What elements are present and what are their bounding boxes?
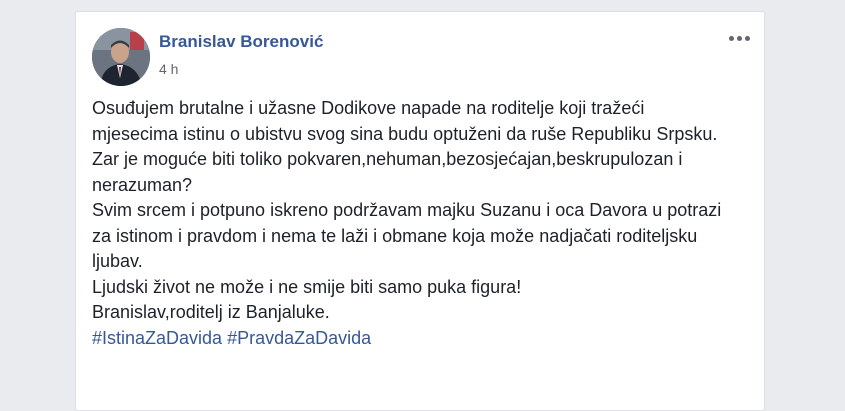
avatar-image xyxy=(92,28,150,86)
post-paragraph: Ljudski život ne može i ne smije biti sa… xyxy=(92,276,522,297)
more-options-icon[interactable] xyxy=(727,30,753,46)
post-paragraph: Osuđujem brutalne i užasne Dodikove napa… xyxy=(92,98,718,144)
avatar[interactable] xyxy=(92,28,150,86)
author-name[interactable]: Branislav Borenović xyxy=(159,32,323,52)
post-paragraph: Svim srcem i potpuno iskreno podržavam m… xyxy=(92,200,722,271)
post-paragraph: Zar je moguće biti toliko pokvaren,nehum… xyxy=(92,149,683,195)
hashtag-link[interactable]: #PravdaZaDavida xyxy=(227,328,371,348)
post-content: Osuđujem brutalne i užasne Dodikove napa… xyxy=(92,96,732,351)
post-timestamp[interactable]: 4 h xyxy=(159,61,178,77)
post-card: Branislav Borenović 4 h Osuđujem brutaln… xyxy=(75,11,765,411)
hashtags: #IstinaZaDavida #PravdaZaDavida xyxy=(92,326,732,352)
hashtag-link[interactable]: #IstinaZaDavida xyxy=(92,328,222,348)
post-paragraph: Branislav,roditelj iz Banjaluke. xyxy=(92,302,330,322)
